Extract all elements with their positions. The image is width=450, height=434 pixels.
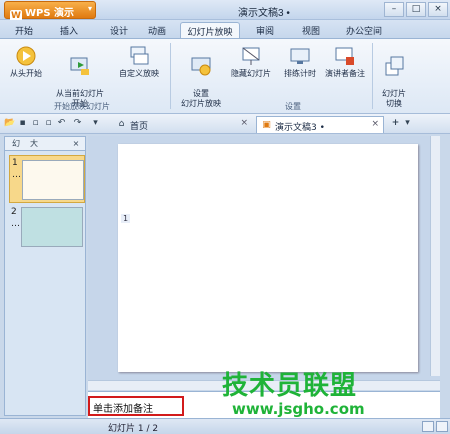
doc-tab-current-label: 演示文稿3 • — [275, 123, 325, 133]
setup-show-label: 设置 幻灯片放映 — [181, 89, 221, 108]
home-icon: ⌂ — [118, 119, 125, 129]
doc-tab-home-label: 首页 — [130, 122, 149, 132]
print-icon[interactable]: ▫ — [30, 118, 41, 129]
slide-thumb-subnumber: … — [12, 170, 21, 180]
maximize-button[interactable]: □ — [406, 2, 426, 17]
slide-transition-label: 幻灯片 切换 — [382, 89, 406, 108]
slide-canvas[interactable] — [118, 144, 418, 372]
title-bar: W WPS 演示 ▾ 演示文稿3 • – □ × — [0, 0, 450, 22]
slide-thumbnail-1[interactable]: 1 … — [9, 155, 85, 203]
app-menu-button[interactable]: W WPS 演示 ▾ — [4, 1, 96, 22]
slide-thumb-image — [22, 160, 84, 200]
notes-placeholder[interactable]: 单击添加备注 — [88, 396, 184, 416]
normal-view-icon[interactable] — [422, 421, 434, 432]
setup-show-icon — [191, 57, 211, 76]
tab-slides[interactable]: 幻 — [9, 138, 23, 150]
custom-show-label: 自定义放映 — [119, 69, 159, 78]
play-from-start-button[interactable]: 从头开始 — [6, 45, 46, 79]
slide-thumbnail-2[interactable]: 2 … — [9, 205, 85, 251]
tab-outline[interactable]: 大 — [27, 138, 41, 150]
close-button[interactable]: × — [428, 2, 448, 17]
app-name: WPS 演示 — [25, 8, 75, 19]
ribbon-panel: 从头开始 从当前幻灯片 开始 自定义放映 开始放映幻灯片 设置 幻灯片放映 隐藏… — [0, 38, 450, 114]
chevron-down-icon: ▾ — [87, 4, 92, 13]
window-title: 演示文稿3 • — [238, 8, 290, 19]
tab-design[interactable]: 设计 — [104, 22, 134, 38]
doc-tab-current[interactable]: ▣ 演示文稿3 • × — [256, 116, 384, 133]
doc-tab-home[interactable]: ⌂ 首页 × — [112, 116, 252, 133]
close-icon[interactable]: × — [69, 138, 83, 150]
status-bar: 幻灯片 1 / 2 — [0, 418, 450, 434]
presentation-icon: ▣ — [262, 120, 271, 130]
ribbon-tabs: 开始 插入 设计 动画 幻灯片放映 审阅 视图 办公空间 — [0, 20, 450, 38]
group-label-start-show: 开始放映幻灯片 — [54, 102, 110, 111]
new-tab-icon[interactable]: + — [390, 118, 401, 129]
minimize-button[interactable]: – — [384, 2, 404, 17]
play-icon — [16, 46, 36, 66]
watermark-logo: 技术员联盟 www.jsgho.com — [222, 372, 412, 418]
rehearse-timing-label: 排练计时 — [284, 69, 316, 78]
custom-show-button[interactable]: 自定义放映 — [114, 45, 164, 79]
tab-insert[interactable]: 插入 — [54, 22, 84, 38]
play-from-current-button[interactable]: 从当前幻灯片 开始 — [54, 45, 106, 109]
close-icon[interactable]: × — [240, 118, 248, 128]
custom-show-icon — [130, 46, 149, 65]
hide-slide-button[interactable]: 隐藏幻灯片 — [226, 45, 276, 79]
open-icon[interactable]: 📂 — [4, 118, 15, 129]
speaker-notes-icon — [335, 47, 354, 65]
window-controls: – □ × — [384, 2, 448, 17]
rehearse-timing-icon — [290, 48, 310, 64]
tab-slideshow[interactable]: 幻灯片放映 — [180, 22, 240, 38]
customize-toolbar-icon[interactable]: ▾ — [90, 118, 101, 129]
quick-access-bar: 📂 ▪ ▫ ▫ ↶ ↷ ▾ ⌂ 首页 × ▣ 演示文稿3 • × + ▾ — [0, 114, 450, 134]
slide-thumb-number: 2 — [11, 207, 17, 217]
play-from-start-label: 从头开始 — [10, 69, 42, 78]
ribbon-separator — [170, 43, 171, 109]
watermark-text: 技术员联盟 — [222, 371, 358, 401]
redo-icon[interactable]: ↷ — [72, 118, 83, 129]
hide-slide-icon — [242, 47, 260, 65]
group-label-setup: 设置 — [285, 102, 301, 111]
chevron-down-icon[interactable]: ▾ — [402, 118, 413, 129]
vertical-scrollbar[interactable] — [430, 136, 440, 376]
tab-review[interactable]: 审阅 — [250, 22, 280, 38]
print-preview-icon[interactable]: ▫ — [43, 118, 54, 129]
slide-thumb-subnumber: … — [11, 219, 20, 229]
tab-animation[interactable]: 动画 — [142, 22, 172, 38]
slide-transition-button[interactable]: 幻灯片 切换 — [376, 45, 412, 109]
hide-slide-label: 隐藏幻灯片 — [231, 69, 271, 78]
slide-editor: 1 — [88, 136, 440, 390]
tab-view[interactable]: 视图 — [296, 22, 326, 38]
slide-thumbnail-pane: 幻 大 × 1 … 2 … — [4, 136, 86, 416]
close-icon[interactable]: × — [371, 119, 379, 129]
pane-tabs: 幻 大 × — [5, 137, 85, 151]
speaker-notes-label: 演讲者备注 — [325, 69, 365, 78]
ribbon-separator — [372, 43, 373, 109]
save-icon[interactable]: ▪ — [17, 118, 28, 129]
rehearse-timing-button[interactable]: 排练计时 — [280, 45, 320, 79]
speaker-notes-button[interactable]: 演讲者备注 — [322, 45, 368, 79]
sorter-view-icon[interactable] — [436, 421, 448, 432]
slide-thumb-image — [21, 207, 83, 247]
tab-office-space[interactable]: 办公空间 — [340, 22, 388, 38]
undo-icon[interactable]: ↶ — [56, 118, 67, 129]
setup-show-button[interactable]: 设置 幻灯片放映 — [176, 45, 226, 109]
slide-transition-icon — [385, 56, 404, 76]
slide-counter: 幻灯片 1 / 2 — [108, 424, 159, 434]
slide-number-tag: 1 — [121, 214, 131, 223]
slide-thumb-number: 1 — [12, 158, 18, 168]
play-current-icon — [70, 57, 89, 75]
tab-home[interactable]: 开始 — [6, 22, 42, 38]
watermark-url: www.jsgho.com — [232, 400, 365, 418]
